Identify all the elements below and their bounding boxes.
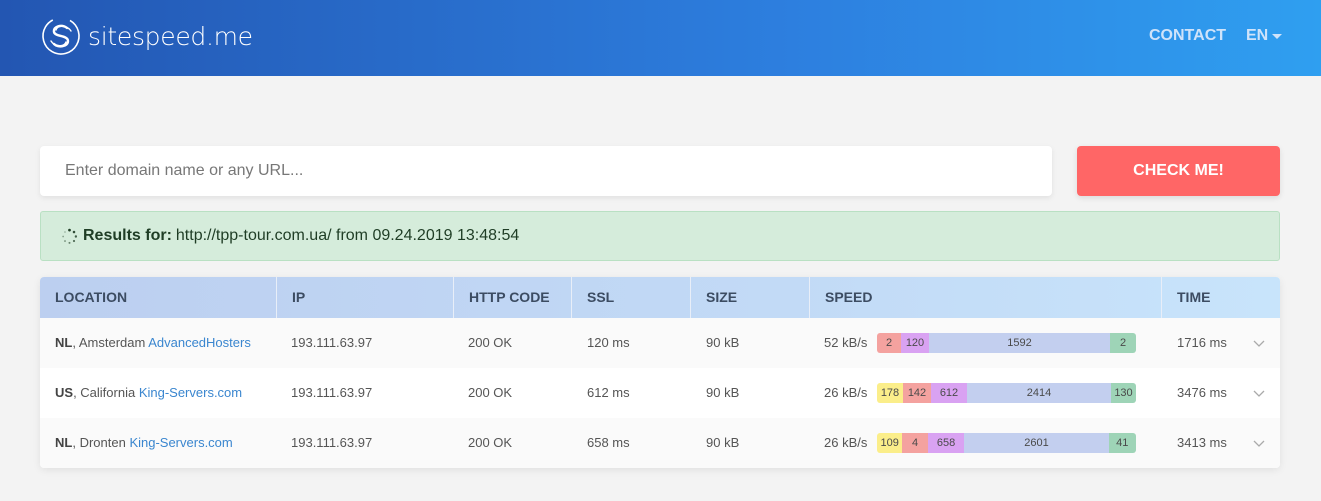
logo-text: sitespeed.me — [88, 21, 253, 51]
results-text: http://tpp-tour.com.ua/ from 09.24.2019 … — [175, 227, 520, 244]
spinner-icon — [62, 228, 78, 244]
language-dropdown[interactable]: EN — [1246, 27, 1283, 45]
ssl-cell: 658 ms — [587, 435, 630, 450]
http-code-cell: 200 OK — [468, 435, 513, 450]
speed-cell: 26 kB/s — [824, 435, 868, 450]
timing-segment: 178 — [877, 383, 903, 403]
timing-segment: 109 — [877, 433, 903, 453]
timing-segment: 120 — [901, 333, 929, 353]
hoster-link[interactable]: King-Servers.com — [139, 385, 242, 400]
timing-segment: 142 — [903, 383, 931, 403]
column-header-size: SIZE — [691, 277, 810, 318]
timing-bar: 178 142 612 2414 130 — [877, 383, 1136, 403]
country-code: NL — [55, 335, 73, 350]
table-row[interactable]: NL, Dronten King-Servers.com 193.111.63.9… — [40, 418, 1280, 468]
location-cell: US, California King-Servers.com — [40, 368, 242, 418]
table-header: LOCATION IP HTTP CODE SSL SIZE SPEED TIM… — [40, 277, 1280, 318]
ssl-cell: 612 ms — [587, 385, 630, 400]
timing-segment: 612 — [931, 383, 967, 403]
hoster-link[interactable]: AdvancedHosters — [148, 335, 251, 350]
timing-segment: 2 — [877, 333, 901, 353]
timing-segment: 41 — [1108, 433, 1136, 453]
column-header-location: LOCATION — [40, 277, 277, 318]
ip-cell: 193.111.63.97 — [291, 385, 373, 400]
ip-cell: 193.111.63.97 — [291, 335, 373, 350]
check-me-button[interactable]: CHECK ME! — [1077, 146, 1280, 196]
timing-segment: 130 — [1111, 383, 1136, 403]
caret-down-icon — [1272, 33, 1283, 39]
speed-cell: 26 kB/s — [824, 385, 868, 400]
chevron-down-icon[interactable] — [1252, 436, 1266, 450]
country-code: US — [55, 385, 74, 400]
ssl-cell: 120 ms — [587, 335, 630, 350]
column-header-http-code: HTTP CODE — [454, 277, 572, 318]
column-header-speed: SPEED — [810, 277, 1162, 318]
nav-contact-link[interactable]: CONTACT — [1149, 27, 1226, 45]
country-code: NL — [55, 435, 73, 450]
results-label: Results for: — [83, 227, 172, 244]
timing-segment: 4 — [902, 433, 928, 453]
results-banner: Results for: http://tpp-tour.com.ua/ fro… — [40, 211, 1280, 261]
size-cell: 90 kB — [706, 385, 740, 400]
table-row[interactable]: NL, Amsterdam AdvancedHosters 193.111.63.… — [40, 318, 1280, 368]
time-cell: 3476 ms — [1177, 385, 1227, 400]
speed-cell: 52 kB/s — [824, 335, 868, 350]
column-header-ip: IP — [277, 277, 454, 318]
http-code-cell: 200 OK — [468, 335, 513, 350]
timing-segment: 2414 — [967, 383, 1111, 403]
logo-icon — [42, 17, 80, 55]
language-label: EN — [1246, 27, 1269, 44]
time-cell: 3413 ms — [1177, 435, 1227, 450]
site-header: sitespeed.me CONTACT EN — [0, 0, 1321, 76]
column-header-ssl: SSL — [572, 277, 691, 318]
timing-segment: 1592 — [929, 333, 1110, 353]
city-name: , Dronten — [72, 435, 130, 450]
column-header-time: TIME — [1177, 289, 1211, 305]
timing-bar: 2 120 1592 2 — [877, 333, 1136, 353]
logo[interactable]: sitespeed.me — [40, 15, 253, 57]
city-name: , Amsterdam — [72, 335, 149, 350]
ip-cell: 193.111.63.97 — [291, 435, 373, 450]
time-cell: 1716 ms — [1177, 335, 1227, 350]
http-code-cell: 200 OK — [468, 385, 513, 400]
location-cell: NL, Amsterdam AdvancedHosters — [40, 318, 251, 368]
timing-segment: 2 — [1110, 333, 1136, 353]
table-row[interactable]: US, California King-Servers.com 193.111.6… — [40, 368, 1280, 418]
timing-bar: 109 4 658 2601 41 — [877, 433, 1136, 453]
chevron-down-icon[interactable] — [1252, 336, 1266, 350]
size-cell: 90 kB — [706, 435, 740, 450]
chevron-down-icon[interactable] — [1252, 386, 1266, 400]
city-name: , California — [73, 385, 139, 400]
hoster-link[interactable]: King-Servers.com — [129, 435, 232, 450]
size-cell: 90 kB — [706, 335, 740, 350]
results-table: LOCATION IP HTTP CODE SSL SIZE SPEED TIM… — [40, 277, 1280, 468]
location-cell: NL, Dronten King-Servers.com — [40, 418, 233, 468]
url-search-input[interactable] — [40, 146, 1052, 196]
timing-segment: 2601 — [964, 433, 1109, 453]
timing-segment: 658 — [927, 433, 965, 453]
